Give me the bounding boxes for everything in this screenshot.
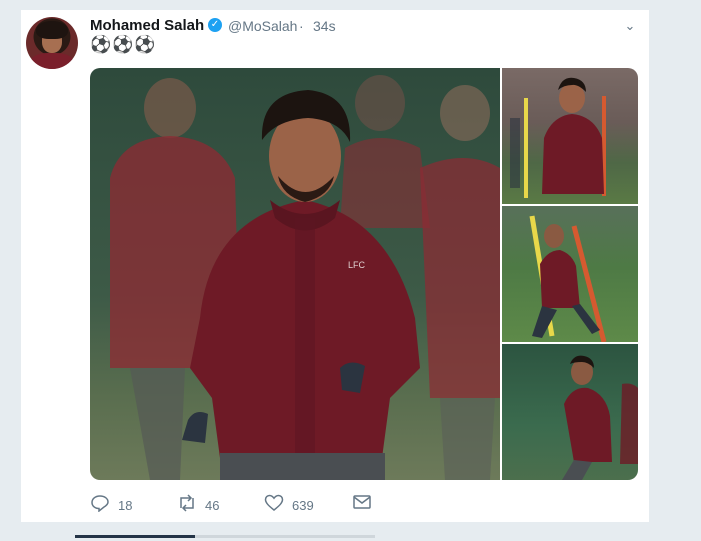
chevron-down-icon[interactable]: ⌄ [621, 18, 639, 34]
like-button[interactable]: 639 [264, 494, 314, 517]
reply-count: 18 [118, 498, 133, 513]
separator: · [299, 18, 304, 34]
tweet-text: ⚽⚽⚽ [90, 35, 157, 54]
envelope-icon [352, 494, 372, 515]
bottom-strip-segment [75, 535, 195, 538]
svg-text:LFC: LFC [348, 260, 366, 270]
photo-3-illustration [529, 215, 607, 342]
like-count: 639 [292, 498, 314, 513]
retweet-icon [177, 494, 197, 517]
message-button[interactable] [352, 494, 372, 515]
reply-button[interactable]: 18 [90, 494, 132, 517]
main-photo-illustration: LFC [110, 75, 500, 480]
author-handle[interactable]: @MoSalah [228, 18, 297, 34]
media-grid: LFC [90, 68, 638, 480]
timestamp[interactable]: 34s [313, 18, 336, 34]
tweet-card[interactable]: Mohamed Salah ✓ @MoSalah · 34s ⌄ ⚽⚽⚽ LFC… [21, 10, 649, 522]
avatar[interactable] [26, 17, 78, 69]
retweet-count: 46 [205, 498, 220, 513]
photo-2-illustration [510, 77, 606, 198]
main-training-photo[interactable]: LFC [90, 68, 500, 480]
training-photo-3[interactable] [502, 206, 638, 342]
avatar-hair [36, 21, 68, 39]
heart-icon [264, 494, 284, 517]
bottom-strip [75, 535, 375, 538]
retweet-button[interactable]: 46 [177, 494, 219, 517]
training-photo-2[interactable] [502, 68, 638, 204]
reply-icon [90, 494, 110, 517]
photo-4-illustration [562, 355, 638, 480]
author-name[interactable]: Mohamed Salah [90, 17, 204, 34]
avatar-shirt [30, 53, 74, 69]
training-photo-4[interactable] [502, 344, 638, 480]
verified-badge-icon: ✓ [208, 18, 222, 32]
